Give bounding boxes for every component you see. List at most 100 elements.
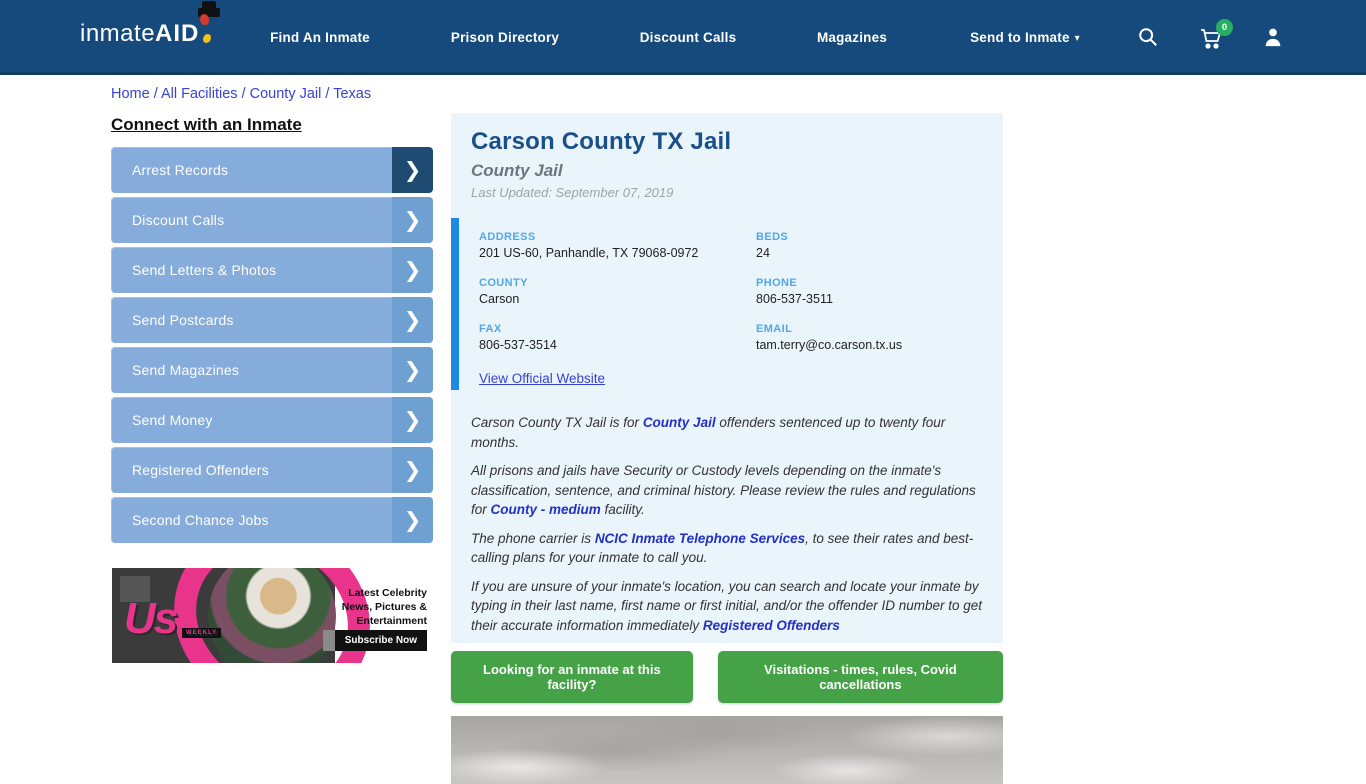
ad-photo bbox=[208, 568, 336, 663]
us-weekly-ad-banner[interactable]: Us WEEKLY Latest Celebrity News, Picture… bbox=[112, 568, 433, 663]
nav-magazines[interactable]: Magazines bbox=[817, 30, 887, 45]
county-value: Carson bbox=[479, 292, 520, 306]
county-jail-link[interactable]: County Jail bbox=[643, 415, 716, 430]
breadcrumb-all-facilities[interactable]: All Facilities bbox=[161, 86, 238, 102]
ncic-telephone-link[interactable]: NCIC Inmate Telephone Services bbox=[595, 531, 805, 546]
visitations-button[interactable]: Visitations - times, rules, Covid cancel… bbox=[717, 651, 1003, 703]
sidebar-item-label: Send Money bbox=[132, 412, 213, 428]
breadcrumb-separator: / bbox=[321, 86, 334, 102]
paragraph: Carson County TX Jail is for County Jail… bbox=[471, 413, 983, 452]
sidebar-item-label: Send Letters & Photos bbox=[132, 262, 277, 278]
top-nav: inmateAID Find An Inmate Prison Director… bbox=[0, 0, 1366, 75]
phone-label: PHONE bbox=[756, 277, 798, 289]
cart-icon[interactable]: 0 bbox=[1199, 19, 1233, 55]
beds-value: 24 bbox=[756, 246, 770, 260]
chevron-right-icon: ❯ bbox=[392, 147, 433, 193]
facility-type: County Jail bbox=[471, 161, 563, 180]
sidebar-heading: Connect with an Inmate bbox=[111, 115, 302, 134]
beds-label: BEDS bbox=[756, 231, 789, 243]
breadcrumb-county-jail[interactable]: County Jail bbox=[250, 86, 322, 102]
ad-logo-sub-text: WEEKLY bbox=[182, 628, 222, 638]
chevron-right-icon: ❯ bbox=[392, 497, 433, 543]
facility-panel: Carson County TX Jail County Jail Last U… bbox=[451, 113, 1003, 643]
breadcrumb: Home / All Facilities / County Jail / Te… bbox=[111, 86, 433, 102]
paragraph-text: facility. bbox=[600, 502, 645, 517]
ad-subscribe-button[interactable]: Subscribe Now bbox=[322, 630, 427, 651]
breadcrumb-separator: / bbox=[149, 86, 161, 102]
breadcrumb-separator: / bbox=[237, 86, 250, 102]
ad-logo-text: Us bbox=[124, 594, 178, 643]
sidebar-item-label: Arrest Records bbox=[132, 162, 229, 178]
sidebar-item-registered-offenders[interactable]: Registered Offenders ❯ bbox=[111, 447, 433, 493]
sidebar-item-label: Discount Calls bbox=[132, 212, 225, 228]
last-updated: Last Updated: September 07, 2019 bbox=[471, 185, 674, 200]
mascot-red-icon bbox=[200, 14, 210, 25]
phone-value: 806-537-3511 bbox=[756, 292, 833, 306]
sidebar-item-send-postcards[interactable]: Send Postcards ❯ bbox=[111, 297, 433, 343]
mascot-yellow-icon bbox=[203, 34, 212, 43]
nav-prison-directory[interactable]: Prison Directory bbox=[451, 30, 559, 45]
looking-for-inmate-button[interactable]: Looking for an inmate at this facility? bbox=[451, 651, 693, 703]
info-accent-bar bbox=[451, 218, 459, 390]
county-label: COUNTY bbox=[479, 277, 528, 289]
county-medium-link[interactable]: County - medium bbox=[491, 502, 601, 517]
main-content: Carson County TX Jail County Jail Last U… bbox=[451, 113, 1003, 784]
breadcrumb-home[interactable]: Home bbox=[111, 86, 150, 102]
nav-find-an-inmate[interactable]: Find An Inmate bbox=[270, 30, 370, 45]
sidebar-item-label: Registered Offenders bbox=[132, 462, 269, 478]
page-title: Carson County TX Jail bbox=[471, 128, 732, 155]
sidebar-item-second-chance-jobs[interactable]: Second Chance Jobs ❯ bbox=[111, 497, 433, 543]
chevron-right-icon: ❯ bbox=[392, 297, 433, 343]
info-beds: BEDS 24 bbox=[756, 231, 983, 260]
sidebar-item-send-letters-photos[interactable]: Send Letters & Photos ❯ bbox=[111, 247, 433, 293]
chevron-down-icon: ▾ bbox=[1074, 33, 1080, 44]
paragraph: All prisons and jails have Security or C… bbox=[471, 461, 983, 520]
logo-text-aid: AID bbox=[155, 20, 200, 47]
breadcrumb-texas[interactable]: Texas bbox=[333, 86, 371, 102]
search-icon[interactable] bbox=[1137, 26, 1159, 53]
logo[interactable]: inmateAID bbox=[80, 1, 220, 48]
info-email: EMAIL tam.terry@co.carson.tx.us bbox=[756, 323, 983, 352]
sidebar-item-send-money[interactable]: Send Money ❯ bbox=[111, 397, 433, 443]
sidebar-item-label: Send Magazines bbox=[132, 362, 240, 378]
sidebar-item-discount-calls[interactable]: Discount Calls ❯ bbox=[111, 197, 433, 243]
chevron-right-icon: ❯ bbox=[392, 197, 433, 243]
address-label: ADDRESS bbox=[479, 231, 536, 243]
nav-send-to-inmate-label: Send to Inmate bbox=[970, 30, 1070, 45]
us-weekly-logo: Us WEEKLY bbox=[124, 594, 222, 644]
action-buttons: Looking for an inmate at this facility? … bbox=[451, 651, 1003, 703]
paragraph: The phone carrier is NCIC Inmate Telepho… bbox=[471, 529, 983, 568]
info-county: COUNTY Carson bbox=[479, 277, 756, 306]
address-value: 201 US-60, Panhandle, TX 79068-0972 bbox=[479, 246, 699, 260]
paragraph-text: The phone carrier is bbox=[471, 530, 595, 546]
chevron-right-icon: ❯ bbox=[392, 347, 433, 393]
sidebar-item-arrest-records[interactable]: Arrest Records ❯ bbox=[111, 147, 433, 193]
cart-count-badge: 0 bbox=[1216, 19, 1233, 36]
nav-discount-calls[interactable]: Discount Calls bbox=[640, 30, 737, 45]
info-fax: FAX 806-537-3514 bbox=[479, 323, 756, 352]
paragraph: If you are unsure of your inmate's locat… bbox=[471, 577, 983, 636]
sidebar-item-label: Send Postcards bbox=[132, 312, 234, 328]
email-value: tam.terry@co.carson.tx.us bbox=[756, 338, 903, 352]
fax-label: FAX bbox=[479, 323, 502, 335]
logo-text-inmate: inmate bbox=[80, 20, 156, 47]
left-column: Home / All Facilities / County Jail / Te… bbox=[111, 86, 433, 547]
sidebar-item-label: Second Chance Jobs bbox=[132, 512, 269, 528]
facility-info-grid: ADDRESS 201 US-60, Panhandle, TX 79068-0… bbox=[479, 231, 983, 352]
info-phone: PHONE 806-537-3511 bbox=[756, 277, 983, 306]
facility-photo bbox=[451, 716, 1003, 784]
paragraph-text: Carson County TX Jail is for bbox=[471, 415, 643, 430]
sidebar-menu: Arrest Records ❯ Discount Calls ❯ Send L… bbox=[111, 147, 433, 543]
info-address: ADDRESS 201 US-60, Panhandle, TX 79068-0… bbox=[479, 231, 756, 260]
email-label: EMAIL bbox=[756, 323, 793, 335]
chevron-right-icon: ❯ bbox=[392, 447, 433, 493]
fax-value: 806-537-3514 bbox=[479, 338, 557, 352]
registered-offenders-link[interactable]: Registered Offenders bbox=[703, 618, 840, 633]
chevron-right-icon: ❯ bbox=[392, 247, 433, 293]
nav-send-to-inmate[interactable]: Send to Inmate ▾ bbox=[970, 30, 1080, 45]
account-icon[interactable] bbox=[1262, 26, 1284, 53]
official-website-link[interactable]: View Official Website bbox=[479, 371, 605, 386]
sidebar-item-send-magazines[interactable]: Send Magazines ❯ bbox=[111, 347, 433, 393]
ad-headline: Latest Celebrity News, Pictures & Entert… bbox=[341, 587, 427, 628]
facility-description: Carson County TX Jail is for County Jail… bbox=[471, 413, 983, 635]
